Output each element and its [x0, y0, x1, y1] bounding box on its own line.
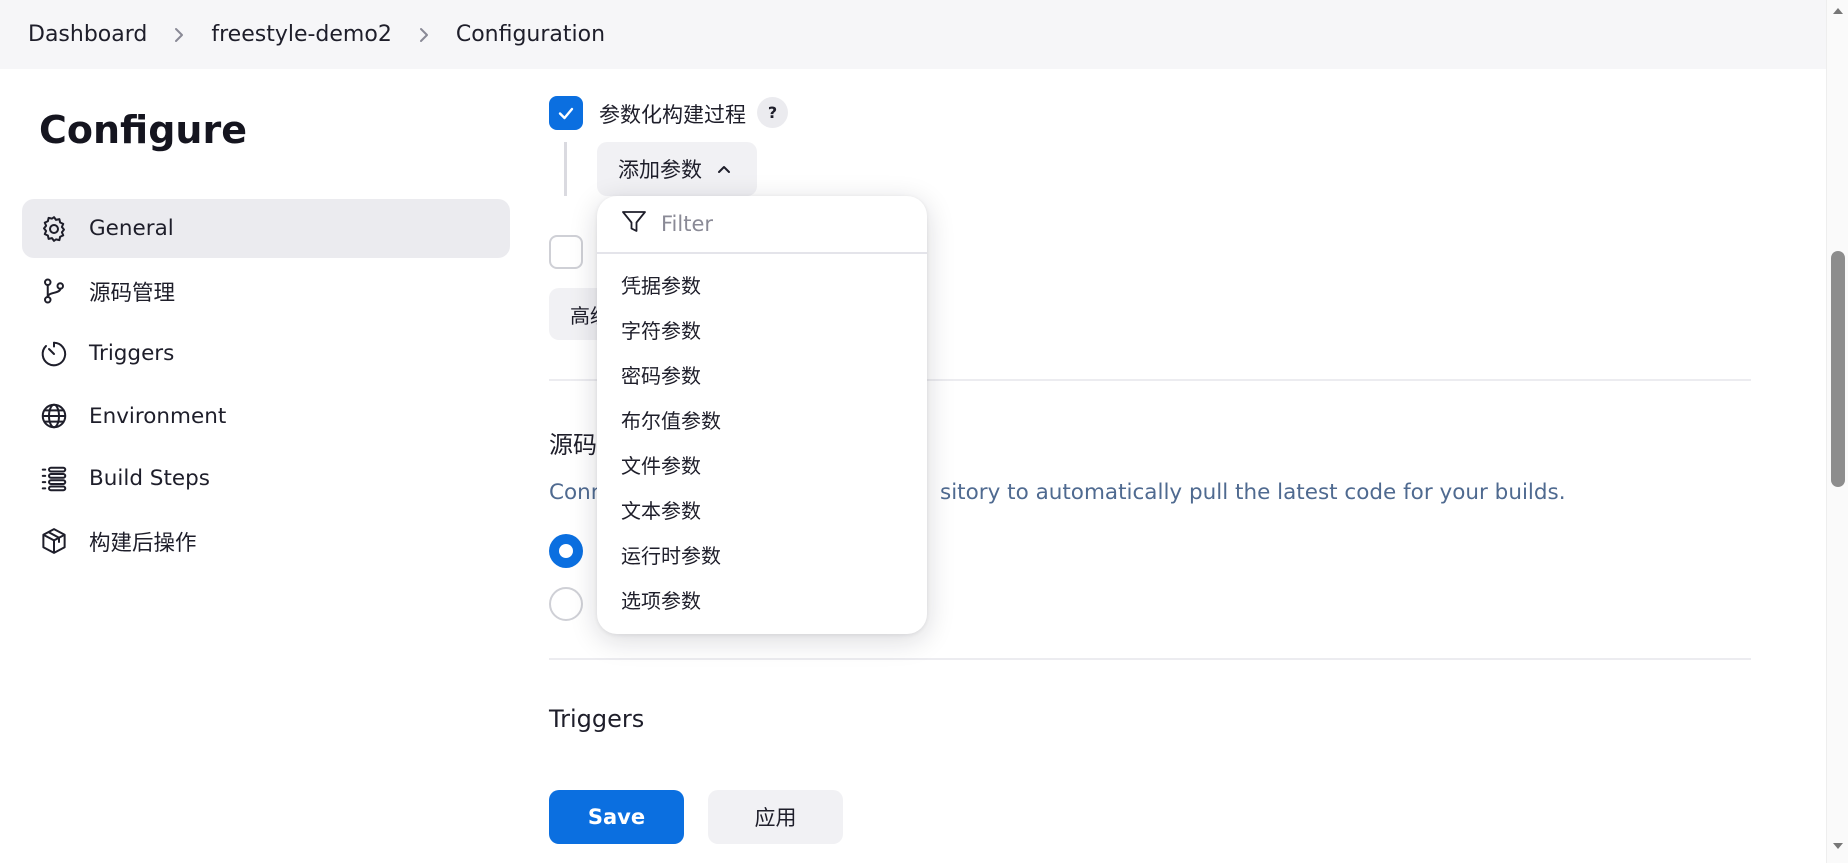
help-icon[interactable]: ? — [757, 97, 788, 128]
scm-section-description-end: sitory to automatically pull the latest … — [940, 480, 1566, 505]
option-checkbox[interactable] — [549, 235, 583, 269]
scroll-down-arrow-icon[interactable] — [1831, 841, 1845, 853]
menu-item-file-parameter[interactable]: 文件参数 — [597, 442, 927, 487]
menu-item-string-parameter[interactable]: 字符参数 — [597, 307, 927, 352]
scm-section-title: 源码 — [549, 431, 597, 459]
dropdown-filter — [597, 196, 927, 254]
menu-item-boolean-parameter[interactable]: 布尔值参数 — [597, 397, 927, 442]
scm-git-radio[interactable] — [549, 587, 583, 621]
save-button[interactable]: Save — [549, 790, 684, 844]
indent-line — [564, 142, 567, 196]
filter-input[interactable] — [661, 212, 891, 236]
menu-item-run-parameter[interactable]: 运行时参数 — [597, 532, 927, 577]
add-parameter-button[interactable]: 添加参数 — [597, 142, 757, 196]
bottom-action-bar — [0, 768, 1826, 863]
checkmark-icon — [558, 107, 574, 120]
chevron-up-icon — [716, 163, 732, 175]
add-parameter-label: 添加参数 — [618, 158, 702, 182]
scrollbar-thumb[interactable] — [1831, 251, 1845, 487]
scrollbar[interactable] — [1826, 0, 1848, 863]
menu-item-credentials-parameter[interactable]: 凭据参数 — [597, 262, 927, 307]
triggers-section-title: Triggers — [549, 705, 645, 733]
apply-button[interactable]: 应用 — [708, 790, 843, 844]
parameterized-build-checkbox[interactable] — [549, 96, 583, 130]
scm-none-radio[interactable] — [549, 534, 583, 568]
parameterized-build-label: 参数化构建过程 — [599, 103, 746, 127]
divider — [549, 658, 1751, 660]
bottom-fade — [525, 730, 1790, 770]
add-parameter-dropdown: 凭据参数 字符参数 密码参数 布尔值参数 文件参数 文本参数 运行时参数 选项参… — [597, 196, 927, 634]
menu-item-password-parameter[interactable]: 密码参数 — [597, 352, 927, 397]
dropdown-list: 凭据参数 字符参数 密码参数 布尔值参数 文件参数 文本参数 运行时参数 选项参… — [597, 262, 927, 622]
menu-item-text-parameter[interactable]: 文本参数 — [597, 487, 927, 532]
menu-item-choice-parameter[interactable]: 选项参数 — [597, 577, 927, 622]
scroll-up-arrow-icon[interactable] — [1831, 6, 1845, 18]
filter-icon — [621, 210, 647, 238]
